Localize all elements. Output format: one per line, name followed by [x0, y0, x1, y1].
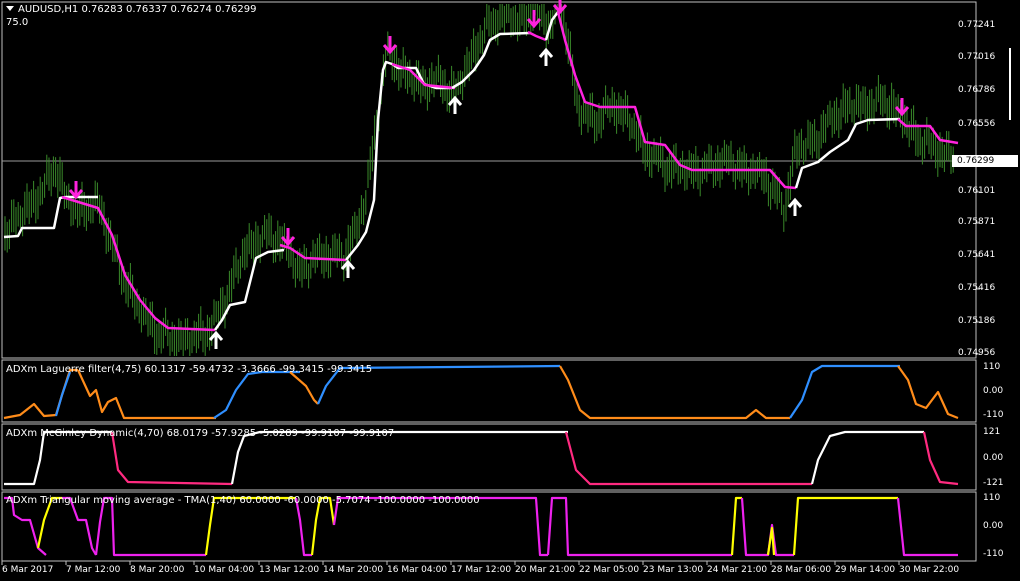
time-tick-label: 20 Mar 21:00	[515, 565, 576, 575]
time-tick-label: 10 Mar 04:00	[194, 565, 255, 575]
time-tick-label: 30 Mar 22:00	[899, 565, 960, 575]
indicator-tick-label: 0.00	[983, 386, 1004, 396]
price-tick-label: 0.75416	[958, 283, 996, 293]
moving-average-up-line	[544, 11, 559, 41]
time-tick-label: 17 Mar 12:00	[451, 565, 512, 575]
buy-arrow-icon	[538, 47, 554, 66]
symbol-header: AUDUSD,H1 0.76283 0.76337 0.76274 0.7629…	[18, 4, 256, 16]
level-value: 75.0	[6, 17, 29, 28]
indicator-tick-label: 0.00	[983, 521, 1004, 531]
indicator-tick-label: 121	[983, 427, 1001, 437]
sell-arrow-icon	[280, 228, 296, 247]
tma-up-line	[792, 496, 898, 556]
time-tick-label: 6 Mar 2017	[2, 565, 54, 575]
current-price-marker: 0.76299	[952, 155, 1018, 167]
price-tick-label: 0.76556	[958, 119, 996, 129]
axis-tick-marks	[1, 25, 980, 565]
indicator-tick-label: -121	[983, 478, 1004, 488]
indicator-tick-label: 0.00	[983, 453, 1004, 463]
indicator-tick-label: -110	[983, 549, 1004, 559]
chart-shift-marker[interactable]	[1009, 48, 1011, 120]
main-chart-frame	[1, 1, 977, 359]
indicator-tick-label: 110	[983, 493, 1001, 503]
time-tick-label: 8 Mar 20:00	[130, 565, 185, 575]
price-tick-label: 0.75641	[958, 250, 996, 260]
moving-average-down-line	[61, 195, 216, 332]
time-tick-label: 14 Mar 20:00	[323, 565, 384, 575]
price-tick-label: 0.77016	[958, 52, 996, 62]
chart-window[interactable]	[0, 0, 1020, 581]
price-tick-label: 0.76101	[958, 186, 996, 196]
buy-arrow-icon	[787, 197, 803, 216]
time-tick-label: 28 Mar 06:00	[771, 565, 832, 575]
time-tick-label: 29 Mar 14:00	[835, 565, 896, 575]
moving-average-down-line	[527, 30, 547, 42]
time-tick-label: 13 Mar 12:00	[259, 565, 320, 575]
laguerre-up-line	[54, 371, 72, 417]
tma-up-line	[730, 496, 742, 556]
mcginley-panel-label: ADXm McGinley Dynamic(4,70) 68.0179 -57.…	[6, 428, 395, 439]
laguerre-down-line	[77, 369, 216, 420]
ohlc-values: 0.76283 0.76337 0.76274 0.76299	[81, 4, 257, 15]
laguerre-down-line	[3, 368, 78, 420]
time-tick-label: 22 Mar 05:00	[579, 565, 640, 575]
symbol-name: AUDUSD,H1	[18, 4, 79, 15]
price-tick-label: 0.75186	[958, 316, 996, 326]
price-tick-label: 0.77241	[958, 20, 996, 30]
indicator-tick-label: -110	[983, 410, 1004, 420]
indicator-tick-label: 110	[983, 362, 1001, 372]
time-tick-label: 23 Mar 13:00	[643, 565, 704, 575]
price-tick-label: 0.76786	[958, 85, 996, 95]
mcginley-up-line	[810, 430, 924, 485]
tma-down-line	[740, 497, 794, 557]
buy-arrow-icon	[447, 95, 463, 114]
moving-average-down-line	[556, 11, 797, 190]
time-tick-label: 24 Mar 21:00	[707, 565, 768, 575]
tma-up-line	[766, 526, 776, 556]
time-tick-label: 16 Mar 04:00	[387, 565, 448, 575]
sell-arrow-icon	[526, 10, 542, 29]
laguerre-up-line	[213, 370, 300, 419]
tma-down-line	[896, 497, 958, 557]
laguerre-panel-label: ADXm Laguerre filter(4,75) 60.1317 -59.4…	[6, 364, 373, 375]
laguerre-up-line	[789, 364, 900, 419]
mcginley-down-line	[922, 431, 959, 486]
moving-average-up-line	[794, 117, 901, 189]
laguerre-down-line	[897, 365, 959, 420]
laguerre-down-line	[559, 365, 790, 420]
price-tick-label: 0.75871	[958, 217, 996, 227]
time-tick-label: 7 Mar 12:00	[66, 565, 121, 575]
laguerre-down-line	[289, 371, 319, 405]
tma-panel-label: ADXm Triangular moving average - TMA(1,4…	[6, 495, 480, 506]
price-tick-label: 0.74956	[958, 348, 996, 358]
price-candles	[4, 4, 954, 356]
chart-menu-dropdown-icon[interactable]	[6, 6, 14, 11]
tma-down-line	[546, 496, 732, 557]
mcginley-down-line	[564, 431, 812, 486]
